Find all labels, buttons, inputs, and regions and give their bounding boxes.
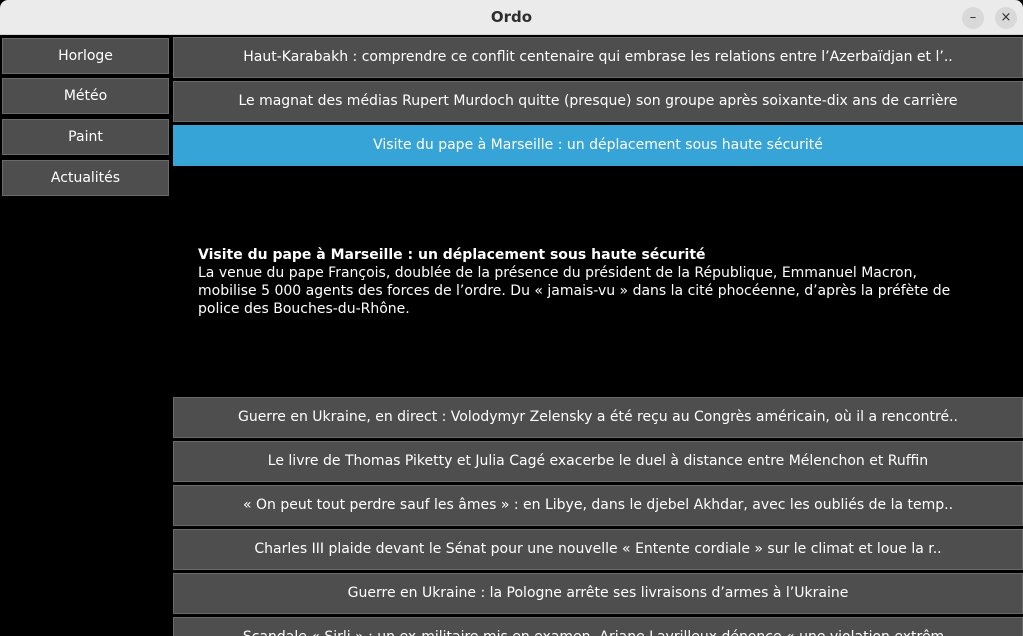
news-panel: Haut-Karabakh : comprendre ce conflit ce… bbox=[172, 36, 1023, 636]
window-title: Ordo bbox=[490, 8, 533, 26]
news-item[interactable]: Guerre en Ukraine, en direct : Volodymyr… bbox=[173, 397, 1023, 438]
sidebar-item-actualites[interactable]: Actualités bbox=[2, 160, 169, 196]
news-item-selected[interactable]: Visite du pape à Marseille : un déplacem… bbox=[173, 125, 1023, 166]
sidebar-item-horloge[interactable]: Horloge bbox=[2, 38, 169, 74]
sidebar: Horloge Météo Paint Actualités bbox=[0, 36, 171, 636]
news-item[interactable]: Scandale « Sirli » : un ex-militaire mis… bbox=[173, 617, 1023, 636]
news-detail-body: La venue du pape François, doublée de la… bbox=[198, 265, 951, 317]
minimize-button[interactable]: – bbox=[962, 7, 984, 29]
news-detail-title: Visite du pape à Marseille : un déplacem… bbox=[198, 247, 706, 263]
close-button[interactable]: × bbox=[995, 7, 1017, 29]
news-item[interactable]: Charles III plaide devant le Sénat pour … bbox=[173, 529, 1023, 570]
news-item[interactable]: Haut-Karabakh : comprendre ce conflit ce… bbox=[173, 37, 1023, 78]
news-item[interactable]: Le livre de Thomas Piketty et Julia Cagé… bbox=[173, 441, 1023, 482]
title-bar[interactable]: Ordo – × bbox=[0, 0, 1023, 35]
sidebar-item-paint[interactable]: Paint bbox=[2, 119, 169, 155]
news-item[interactable]: Guerre en Ukraine : la Pologne arrête se… bbox=[173, 573, 1023, 614]
news-item[interactable]: Le magnat des médias Rupert Murdoch quit… bbox=[173, 81, 1023, 122]
sidebar-item-meteo[interactable]: Météo bbox=[2, 78, 169, 114]
news-item[interactable]: « On peut tout perdre sauf les âmes » : … bbox=[173, 485, 1023, 526]
news-detail: Visite du pape à Marseille : un déplacem… bbox=[198, 246, 958, 318]
